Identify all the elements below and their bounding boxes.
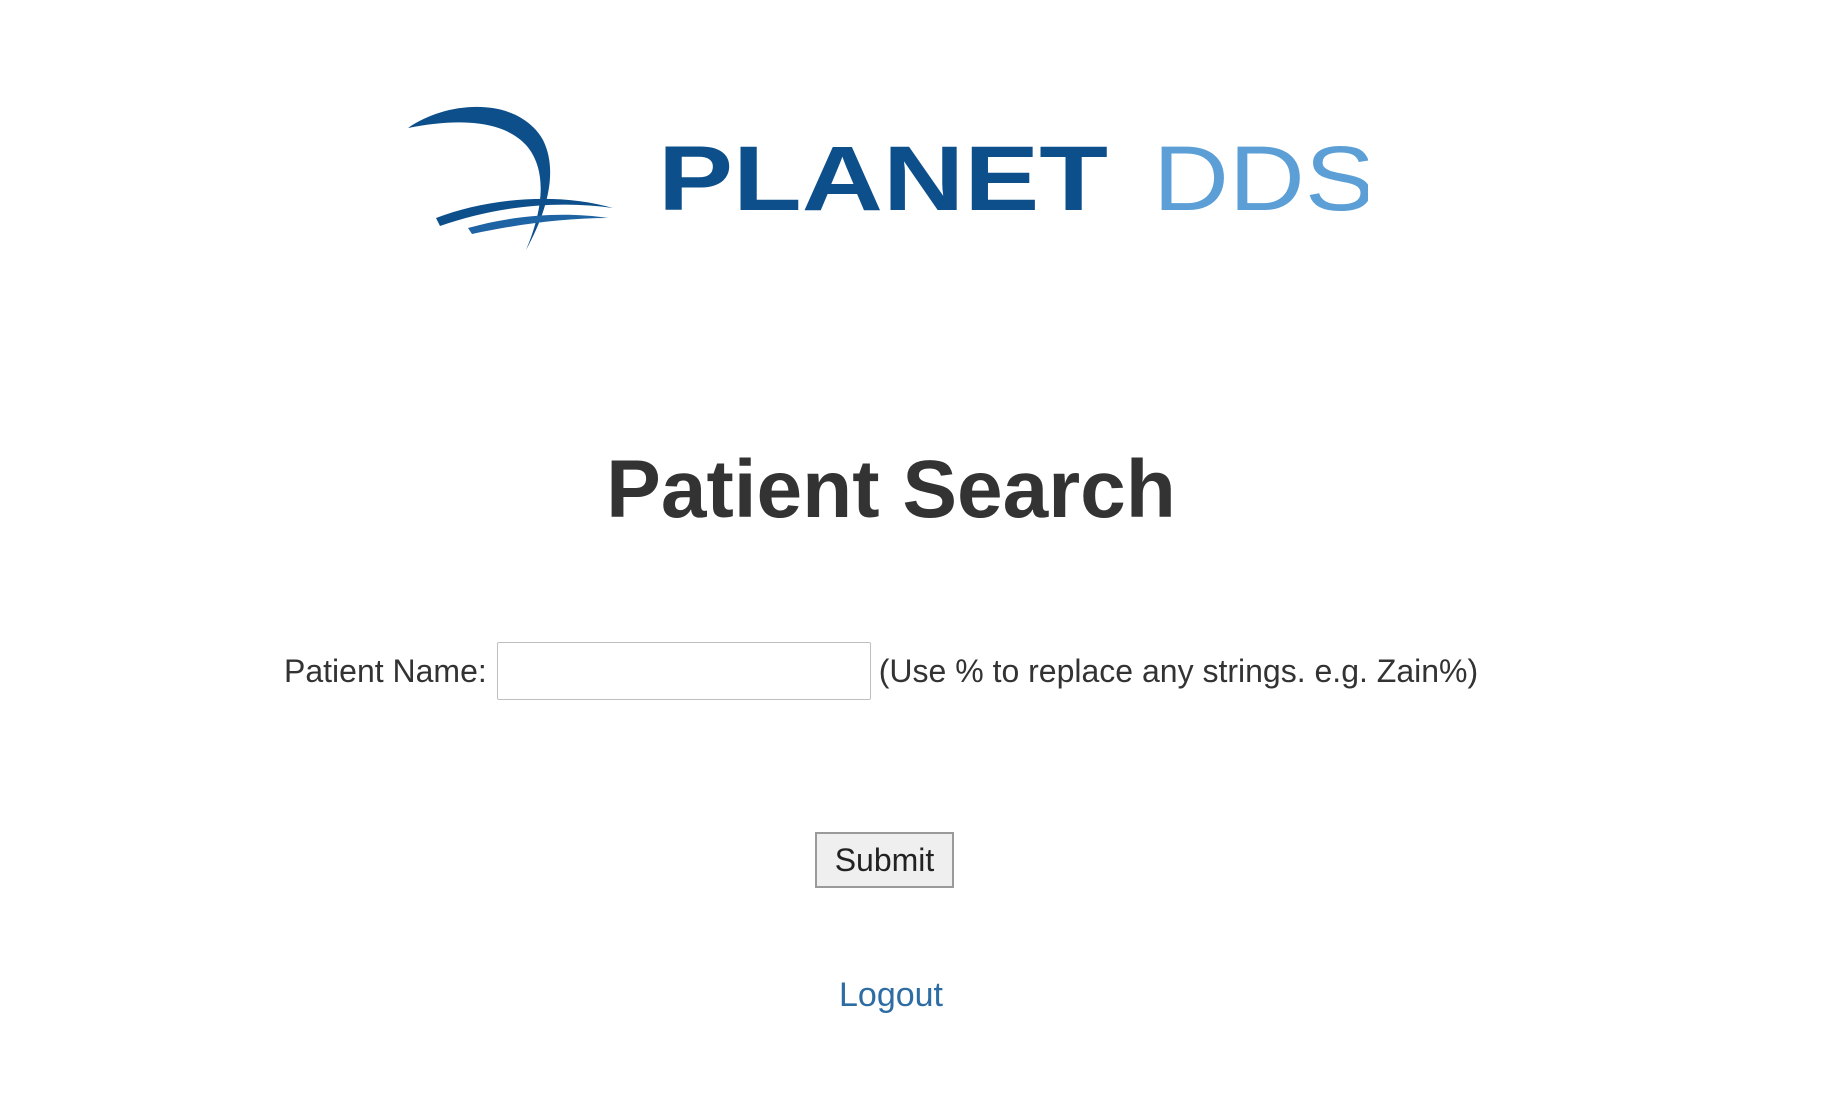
logout-link[interactable]: Logout — [0, 976, 1782, 1015]
svg-text:PLANET: PLANET — [658, 128, 1108, 230]
search-hint-text: (Use % to replace any strings. e.g. Zain… — [878, 652, 1479, 689]
svg-text:DDS: DDS — [1153, 128, 1368, 230]
patient-name-label: Patient Name: — [284, 652, 487, 689]
planet-dds-logo: PLANET DDS — [408, 100, 1368, 270]
patient-name-input[interactable] — [496, 642, 871, 700]
page-title: Patient Search — [606, 444, 1176, 535]
patient-search-page: PLANET DDS Patient Search Patient Name: … — [0, 0, 1840, 1118]
patient-search-form: Patient Name: (Use % to replace any stri… — [284, 640, 1478, 702]
submit-button[interactable]: Submit — [815, 832, 954, 888]
